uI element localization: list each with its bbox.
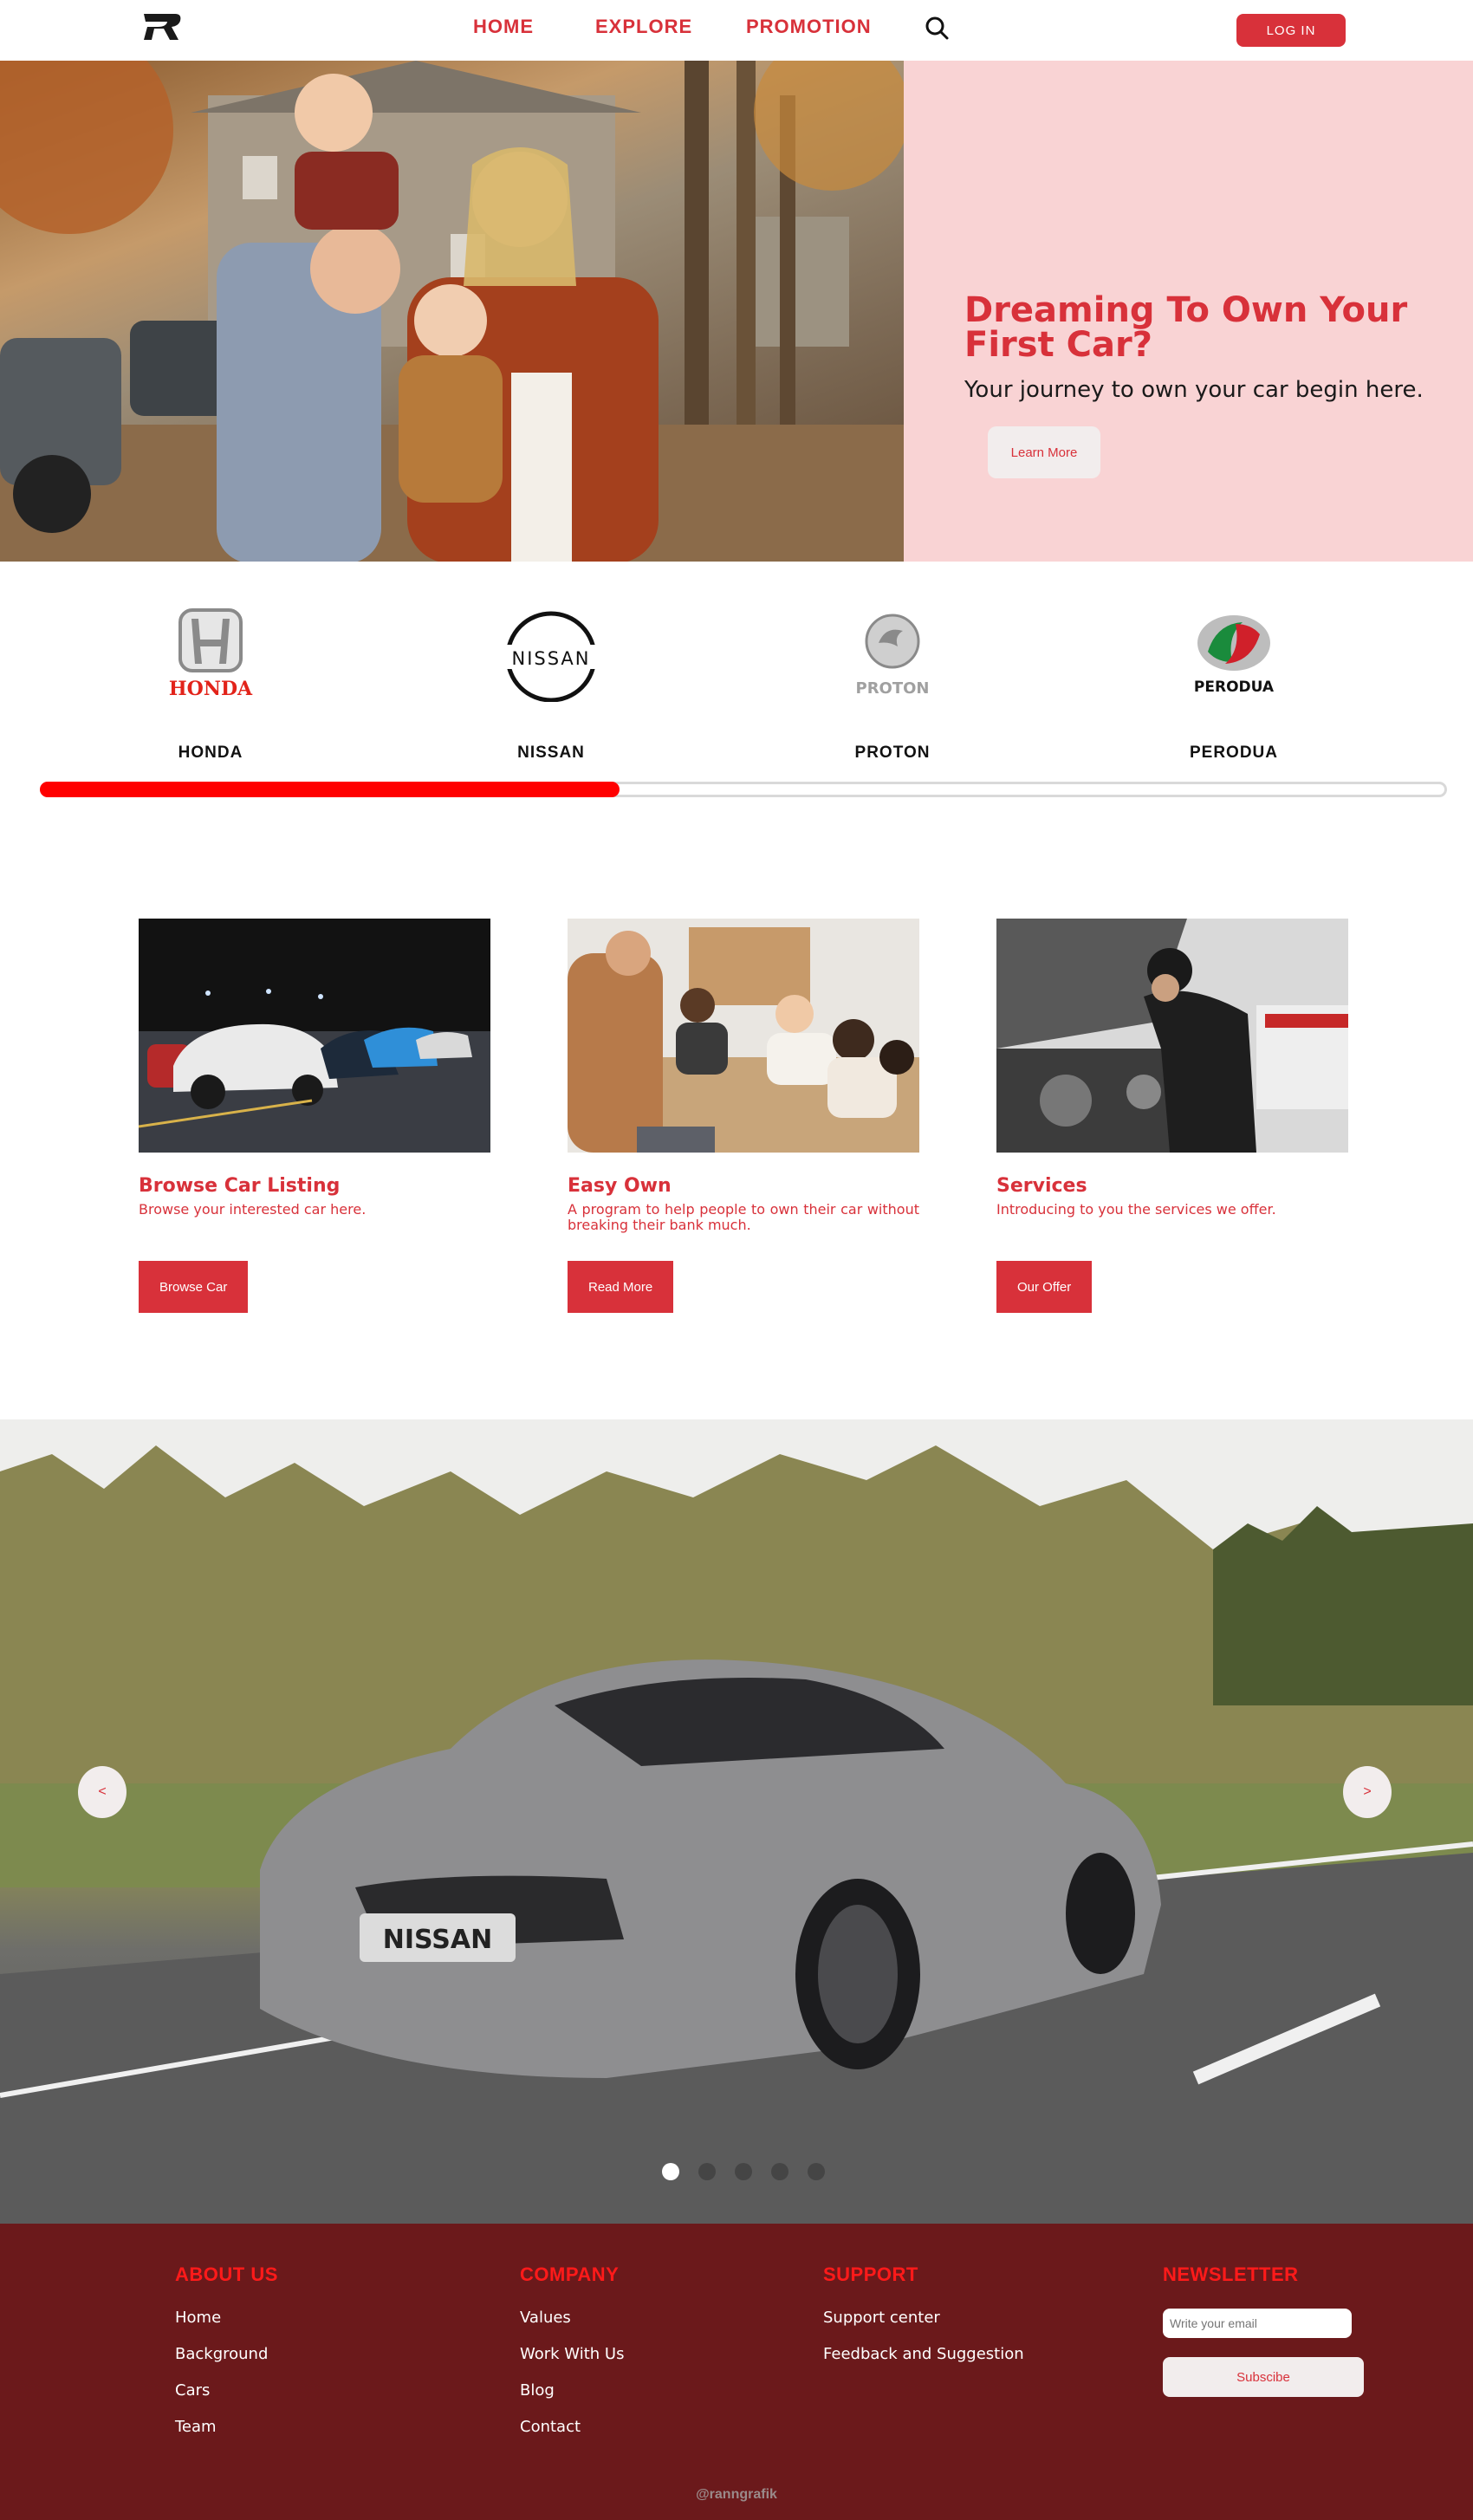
- nav-promotion-link[interactable]: PROMOTION: [746, 16, 872, 38]
- brand-logo-icon[interactable]: [140, 12, 184, 42]
- card-title: Browse Car Listing: [139, 1175, 341, 1197]
- carousel-dot[interactable]: [698, 2163, 716, 2180]
- hero-carousel: NISSAN < >: [0, 1419, 1473, 2224]
- nissan-gtr-photo: NISSAN: [0, 1419, 1473, 2224]
- read-more-button[interactable]: Read More: [568, 1261, 674, 1313]
- nav-home-link[interactable]: HOME: [473, 16, 534, 38]
- footer-link[interactable]: Work With Us: [520, 2345, 624, 2363]
- brand-label: NISSAN: [517, 744, 585, 762]
- footer-link[interactable]: Background: [175, 2345, 278, 2363]
- search-icon[interactable]: [924, 15, 950, 41]
- learn-more-button[interactable]: Learn More: [988, 426, 1100, 478]
- login-button[interactable]: LOG IN: [1236, 14, 1346, 47]
- hero-panel: Dreaming To Own Your First Car? Your jou…: [904, 61, 1473, 562]
- footer-support-column: SUPPORT Support center Feedback and Sugg…: [823, 2263, 1024, 2381]
- parked-cars-photo: [139, 919, 490, 1153]
- proton-logo-icon: PROTON: [856, 614, 930, 698]
- brand-scroll-thumb[interactable]: [40, 782, 620, 797]
- perodua-logo-icon: PERODUA: [1194, 615, 1275, 696]
- svg-text:NISSAN: NISSAN: [511, 648, 590, 669]
- footer-heading: COMPANY: [520, 2263, 620, 2285]
- footer-company-column: COMPANY Values Work With Us Blog Contact: [520, 2263, 624, 2454]
- subscribe-button[interactable]: Subscibe: [1163, 2357, 1364, 2397]
- footer-credit: @ranngrafik: [696, 2487, 777, 2502]
- card-easy-own: Easy Own A program to help people to own…: [568, 919, 919, 1313]
- mechanic-photo: [996, 919, 1348, 1153]
- carousel-prev-button[interactable]: <: [78, 1766, 127, 1818]
- brand-label: PERODUA: [1189, 744, 1278, 762]
- brand-proton[interactable]: PROTON PROTON: [797, 598, 988, 771]
- navbar: HOME EXPLORE PROMOTION LOG IN: [0, 0, 1473, 61]
- card-description: Introducing to you the services we offer…: [996, 1201, 1276, 1218]
- footer-heading: ABOUT US: [175, 2263, 278, 2285]
- carousel-next-button[interactable]: >: [1343, 1766, 1392, 1818]
- hero-family-photo: [0, 61, 904, 562]
- carousel-dot[interactable]: [808, 2163, 825, 2180]
- hero-title: Dreaming To Own Your First Car?: [964, 290, 1408, 365]
- footer-link[interactable]: Home: [175, 2309, 278, 2327]
- footer-newsletter-column: NEWSLETTER Subscibe: [1163, 2263, 1364, 2397]
- svg-text:PROTON: PROTON: [856, 679, 930, 698]
- footer-link[interactable]: Team: [175, 2418, 278, 2436]
- brand-nissan[interactable]: NISSAN NISSAN: [456, 598, 646, 771]
- card-description: Browse your interested car here.: [139, 1201, 367, 1218]
- card-title: Easy Own: [568, 1175, 672, 1197]
- browse-car-button[interactable]: Browse Car: [139, 1261, 249, 1313]
- footer-link[interactable]: Values: [520, 2309, 624, 2327]
- hero-subtitle: Your journey to own your car begin here.: [964, 377, 1424, 403]
- footer-about-column: ABOUT US Home Background Cars Team: [175, 2263, 278, 2454]
- carousel-dots: [662, 2163, 835, 2180]
- card-title: Services: [996, 1175, 1087, 1197]
- svg-text:HONDA: HONDA: [169, 678, 253, 700]
- carousel-dot[interactable]: [662, 2163, 679, 2180]
- carousel-dot[interactable]: [771, 2163, 788, 2180]
- newsletter-email-input[interactable]: [1163, 2309, 1352, 2338]
- footer: ABOUT US Home Background Cars Team COMPA…: [0, 2224, 1473, 2520]
- footer-link[interactable]: Blog: [520, 2381, 624, 2400]
- footer-heading: NEWSLETTER: [1163, 2263, 1299, 2285]
- our-offer-button[interactable]: Our Offer: [996, 1261, 1093, 1313]
- brand-scroll-track[interactable]: [40, 782, 1447, 797]
- nissan-logo-icon: NISSAN: [499, 611, 603, 702]
- meeting-photo: [568, 919, 919, 1153]
- footer-link[interactable]: Feedback and Suggestion: [823, 2345, 1024, 2363]
- footer-heading: SUPPORT: [823, 2263, 918, 2285]
- brand-perodua[interactable]: PERODUA PERODUA: [1139, 598, 1329, 771]
- brand-label: HONDA: [178, 744, 243, 762]
- brand-honda[interactable]: HONDA HONDA: [115, 598, 306, 771]
- svg-text:PERODUA: PERODUA: [1194, 679, 1275, 696]
- carousel-dot[interactable]: [735, 2163, 752, 2180]
- nav-explore-link[interactable]: EXPLORE: [595, 16, 692, 38]
- svg-text:NISSAN: NISSAN: [383, 1925, 492, 1955]
- card-services: Services Introducing to you the services…: [996, 919, 1348, 1313]
- footer-link[interactable]: Contact: [520, 2418, 624, 2436]
- card-browse-listing: Browse Car Listing Browse your intereste…: [139, 919, 490, 1313]
- footer-link[interactable]: Support center: [823, 2309, 1024, 2327]
- footer-link[interactable]: Cars: [175, 2381, 278, 2400]
- brand-label: PROTON: [854, 744, 931, 762]
- card-description: A program to help people to own their ca…: [568, 1201, 919, 1233]
- honda-logo-icon: HONDA: [169, 608, 253, 700]
